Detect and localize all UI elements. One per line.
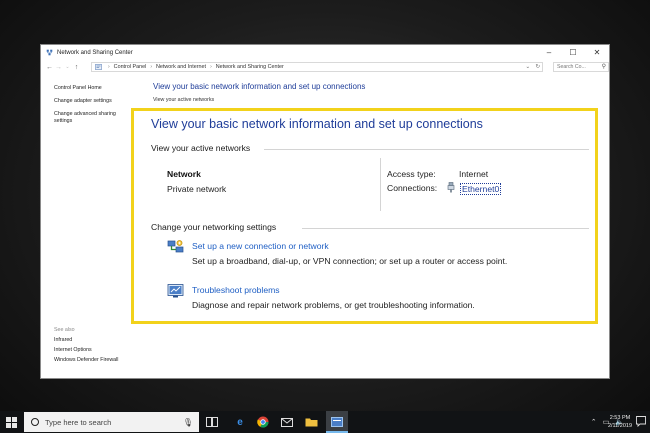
window-title: Network and Sharing Center	[57, 49, 133, 56]
active-networks-title: View your active networks	[151, 143, 251, 153]
change-adapter-settings-link[interactable]: Change adapter settings	[54, 98, 134, 105]
task-view-icon[interactable]	[204, 414, 220, 430]
close-button[interactable]: ✕	[585, 45, 609, 60]
taskbar: Type here to search 🎙 e ⌃ ▭ 🔈 2:53 PM 2/…	[0, 411, 650, 433]
network-setup-icon	[167, 240, 184, 253]
chevron-up-icon[interactable]: ⌃	[591, 418, 597, 426]
page-title: View your basic network information and …	[151, 117, 483, 131]
taskbar-search-placeholder: Type here to search	[45, 417, 112, 427]
breadcrumb-control-panel[interactable]: Control Panel	[114, 64, 147, 70]
ethernet0-connection-link[interactable]: Ethernet0	[460, 183, 502, 195]
breadcrumb[interactable]: › Control Panel › Network and Internet ›…	[91, 62, 543, 72]
left-navigation-pane: Control Panel Home Change adapter settin…	[54, 85, 134, 131]
background-subheading: View your active networks	[153, 97, 215, 103]
forward-button[interactable]: →	[54, 64, 63, 71]
minimize-button[interactable]: –	[537, 45, 561, 60]
edge-browser-icon[interactable]: e	[232, 414, 248, 430]
control-panel-home-link[interactable]: Control Panel Home	[54, 85, 134, 92]
file-explorer-icon[interactable]	[303, 414, 319, 430]
troubleshoot-link[interactable]: Troubleshoot problems	[192, 285, 280, 295]
section-divider	[302, 228, 589, 229]
refresh-icon[interactable]: ↻	[535, 64, 540, 70]
see-also-title: See also	[54, 327, 75, 333]
setup-connection-link[interactable]: Set up a new connection or network	[192, 241, 329, 251]
breadcrumb-separator-icon: ›	[150, 64, 153, 70]
title-bar[interactable]: Network and Sharing Center – ☐ ✕	[41, 45, 609, 60]
access-type-label: Access type:	[387, 169, 436, 179]
control-panel-icon	[95, 64, 102, 70]
internet-options-link[interactable]: Internet Options	[54, 347, 144, 354]
windows-defender-firewall-link[interactable]: Windows Defender Firewall	[54, 357, 144, 364]
ethernet-icon	[447, 182, 455, 193]
network-type: Private network	[167, 184, 227, 194]
chrome-browser-icon[interactable]	[255, 414, 271, 430]
address-bar: ← → ⌄ ↑ › Control Panel › Network and In…	[41, 60, 609, 74]
see-also-section: See also Infrared Internet Options Windo…	[54, 327, 144, 367]
access-type-value: Internet	[459, 169, 489, 179]
troubleshoot-icon	[167, 284, 184, 298]
breadcrumb-network-sharing[interactable]: Network and Sharing Center	[216, 64, 284, 70]
search-icon: ⚲	[601, 64, 606, 70]
highlighted-network-panel: View your basic network information and …	[131, 108, 598, 324]
active-window-taskbar-item[interactable]	[326, 411, 348, 433]
maximize-button[interactable]: ☐	[561, 45, 585, 60]
clock-time: 2:53 PM	[609, 415, 631, 421]
background-heading: View your basic network information and …	[153, 82, 366, 91]
microphone-icon[interactable]: 🎙	[183, 418, 193, 427]
clock-date: 2/11/2019	[607, 423, 632, 429]
notifications-icon[interactable]	[636, 416, 646, 427]
control-panel-icon	[331, 417, 343, 427]
infrared-link[interactable]: Infrared	[54, 337, 144, 344]
network-center-icon	[46, 49, 53, 56]
troubleshoot-description: Diagnose and repair network problems, or…	[192, 300, 475, 310]
search-input[interactable]: Search Co... ⚲	[553, 62, 609, 72]
connections-label: Connections:	[387, 183, 438, 193]
breadcrumb-separator-icon: ›	[108, 64, 110, 70]
change-settings-title: Change your networking settings	[151, 222, 277, 232]
breadcrumb-separator-icon: ›	[210, 64, 212, 70]
setup-connection-description: Set up a broadband, dial-up, or VPN conn…	[192, 256, 508, 266]
section-divider	[264, 149, 589, 150]
back-button[interactable]: ←	[45, 64, 54, 71]
up-button[interactable]: ↑	[72, 64, 81, 71]
taskbar-search-input[interactable]: Type here to search 🎙	[24, 412, 199, 432]
start-button[interactable]	[0, 411, 22, 433]
recent-locations-chevron-icon[interactable]: ⌄	[63, 64, 72, 70]
network-name: Network	[167, 169, 201, 179]
search-icon	[31, 418, 39, 426]
windows-logo-icon	[5, 416, 17, 428]
breadcrumb-network-internet[interactable]: Network and Internet	[156, 64, 206, 70]
address-dropdown-chevron-icon[interactable]: ⌄	[525, 64, 530, 70]
change-advanced-sharing-link[interactable]: Change advanced sharing settings	[54, 111, 129, 125]
taskbar-clock[interactable]: 2:53 PM 2/11/2019	[608, 414, 632, 430]
vertical-divider	[380, 158, 381, 211]
mail-icon[interactable]	[279, 414, 295, 430]
search-placeholder: Search Co...	[557, 64, 586, 70]
